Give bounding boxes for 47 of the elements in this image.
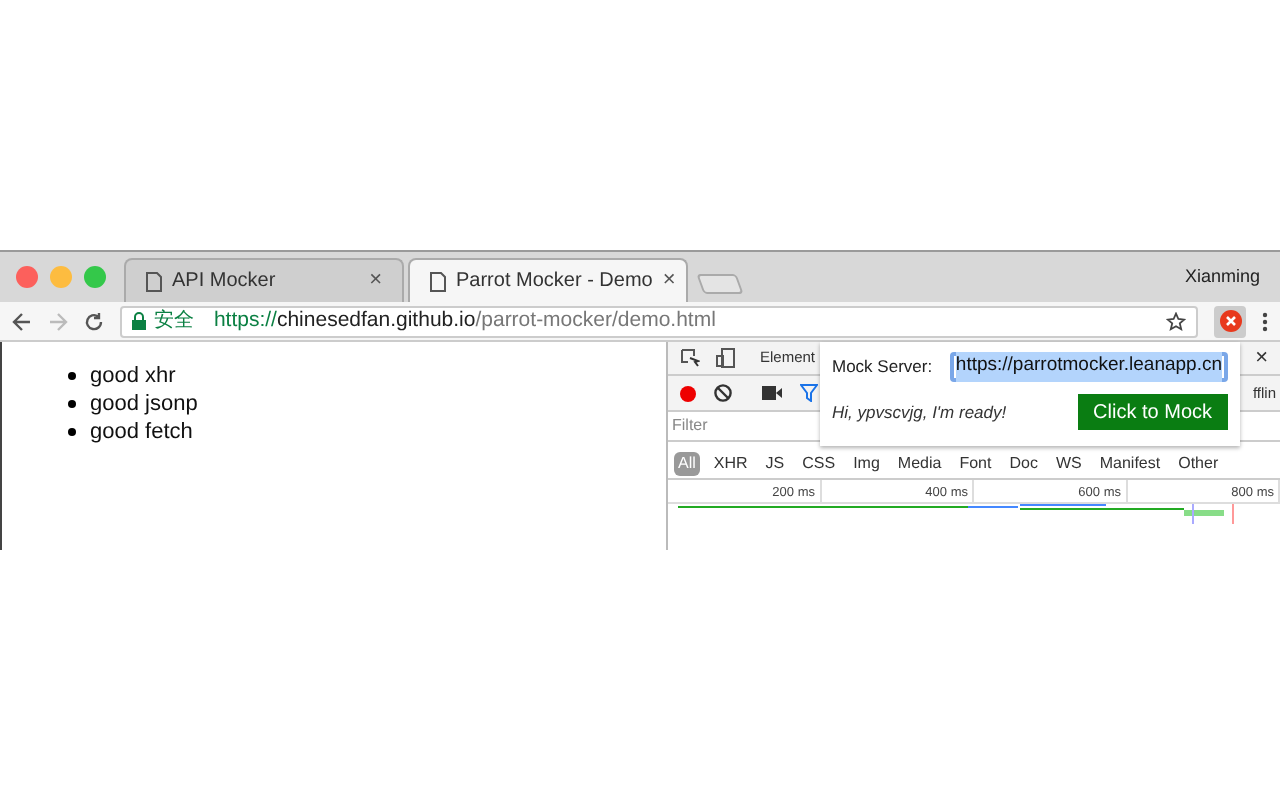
- type-filter[interactable]: Other: [1174, 451, 1223, 475]
- type-filter[interactable]: CSS: [798, 451, 840, 475]
- list-item: good jsonp: [90, 389, 198, 420]
- page-icon: [146, 271, 162, 291]
- close-icon[interactable]: ×: [662, 264, 676, 298]
- mock-button[interactable]: Click to Mock: [1077, 394, 1228, 430]
- inspect-icon[interactable]: [680, 348, 700, 368]
- address-field[interactable]: 安全 https://chinesedfan.github.io/parrot-mocker/demo.html: [119, 305, 1199, 337]
- list-item: good fetch: [90, 417, 193, 448]
- page-icon: [430, 271, 446, 291]
- close-icon: [1219, 310, 1242, 332]
- type-filter[interactable]: Doc: [1005, 451, 1042, 475]
- profile-name[interactable]: Xianming: [1184, 263, 1260, 291]
- browser-tab[interactable]: Parrot Mocker - Demo ×: [408, 258, 688, 302]
- browser-tab[interactable]: API Mocker ×: [124, 258, 404, 302]
- camera-icon[interactable]: [762, 386, 782, 400]
- close-icon[interactable]: ×: [369, 264, 382, 298]
- star-icon[interactable]: [1166, 311, 1187, 331]
- record-icon[interactable]: [680, 385, 696, 401]
- bullet-icon: [68, 400, 76, 408]
- type-filter[interactable]: Img: [849, 451, 884, 475]
- bullet-icon: [68, 428, 76, 436]
- server-field[interactable]: https://parrotmocker.leanapp.cn: [949, 352, 1228, 382]
- clear-icon[interactable]: [714, 384, 732, 402]
- type-filter[interactable]: Media: [893, 451, 946, 475]
- reload-icon[interactable]: [83, 311, 104, 331]
- type-filter[interactable]: Font: [955, 451, 996, 475]
- menu-icon[interactable]: [1262, 311, 1268, 331]
- type-filter[interactable]: JS: [761, 451, 789, 475]
- greeting-text: Hi, ypvscvjg, I'm ready!: [832, 399, 1009, 425]
- filter-field[interactable]: Filter: [672, 414, 812, 438]
- type-filter[interactable]: Manifest: [1095, 451, 1165, 475]
- close-icon[interactable]: ×: [1255, 341, 1268, 375]
- field-label: Mock Server:: [832, 354, 935, 380]
- filter-icon[interactable]: [800, 384, 818, 402]
- type-filter[interactable]: XHR: [709, 451, 752, 475]
- tab-title: API Mocker: [172, 268, 278, 296]
- type-filter[interactable]: WS: [1051, 451, 1086, 475]
- bullet-icon: [68, 372, 76, 380]
- tab-title: Parrot Mocker - Demo: [456, 268, 653, 296]
- lock-icon: [131, 312, 146, 330]
- list-item: good xhr: [90, 361, 176, 392]
- back-icon[interactable]: [12, 311, 32, 331]
- security-label: 安全: [153, 307, 194, 336]
- url-text: https://chinesedfan.github.io/parrot-mocker/demo.html: [213, 305, 716, 336]
- extension-button[interactable]: [1214, 305, 1246, 337]
- device-icon[interactable]: [716, 348, 736, 368]
